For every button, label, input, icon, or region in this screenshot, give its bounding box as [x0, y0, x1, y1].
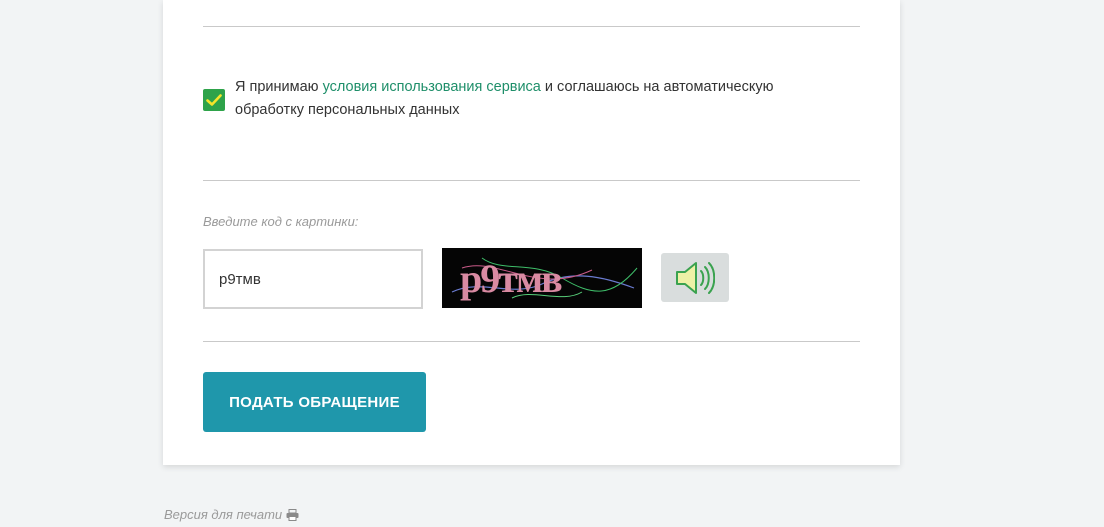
terms-link[interactable]: условия использования сервиса	[323, 79, 541, 95]
printer-icon	[286, 508, 299, 521]
speaker-icon	[676, 262, 715, 294]
print-version-label: Версия для печати	[164, 507, 283, 522]
print-version-link[interactable]: Версия для печати	[164, 507, 299, 522]
captcha-label: Введите код с картинки:	[203, 214, 359, 229]
divider-top	[203, 26, 860, 27]
consent-text-before: Я принимаю	[235, 79, 323, 95]
divider-middle	[203, 180, 860, 181]
submit-button[interactable]: ПОДАТЬ ОБРАЩЕНИЕ	[203, 372, 426, 432]
consent-text: Я принимаю условия использования сервиса…	[235, 76, 845, 122]
check-icon	[206, 94, 222, 106]
captcha-image-art: р9тмв	[442, 248, 642, 308]
form-card: Я принимаю условия использования сервиса…	[163, 0, 900, 465]
captcha-image: р9тмв	[442, 248, 642, 308]
consent-checkbox[interactable]	[203, 89, 225, 111]
captcha-glyphs: р9тмв	[460, 256, 562, 301]
divider-bottom	[203, 341, 860, 342]
captcha-audio-button[interactable]	[661, 253, 729, 302]
captcha-input[interactable]	[203, 249, 423, 309]
